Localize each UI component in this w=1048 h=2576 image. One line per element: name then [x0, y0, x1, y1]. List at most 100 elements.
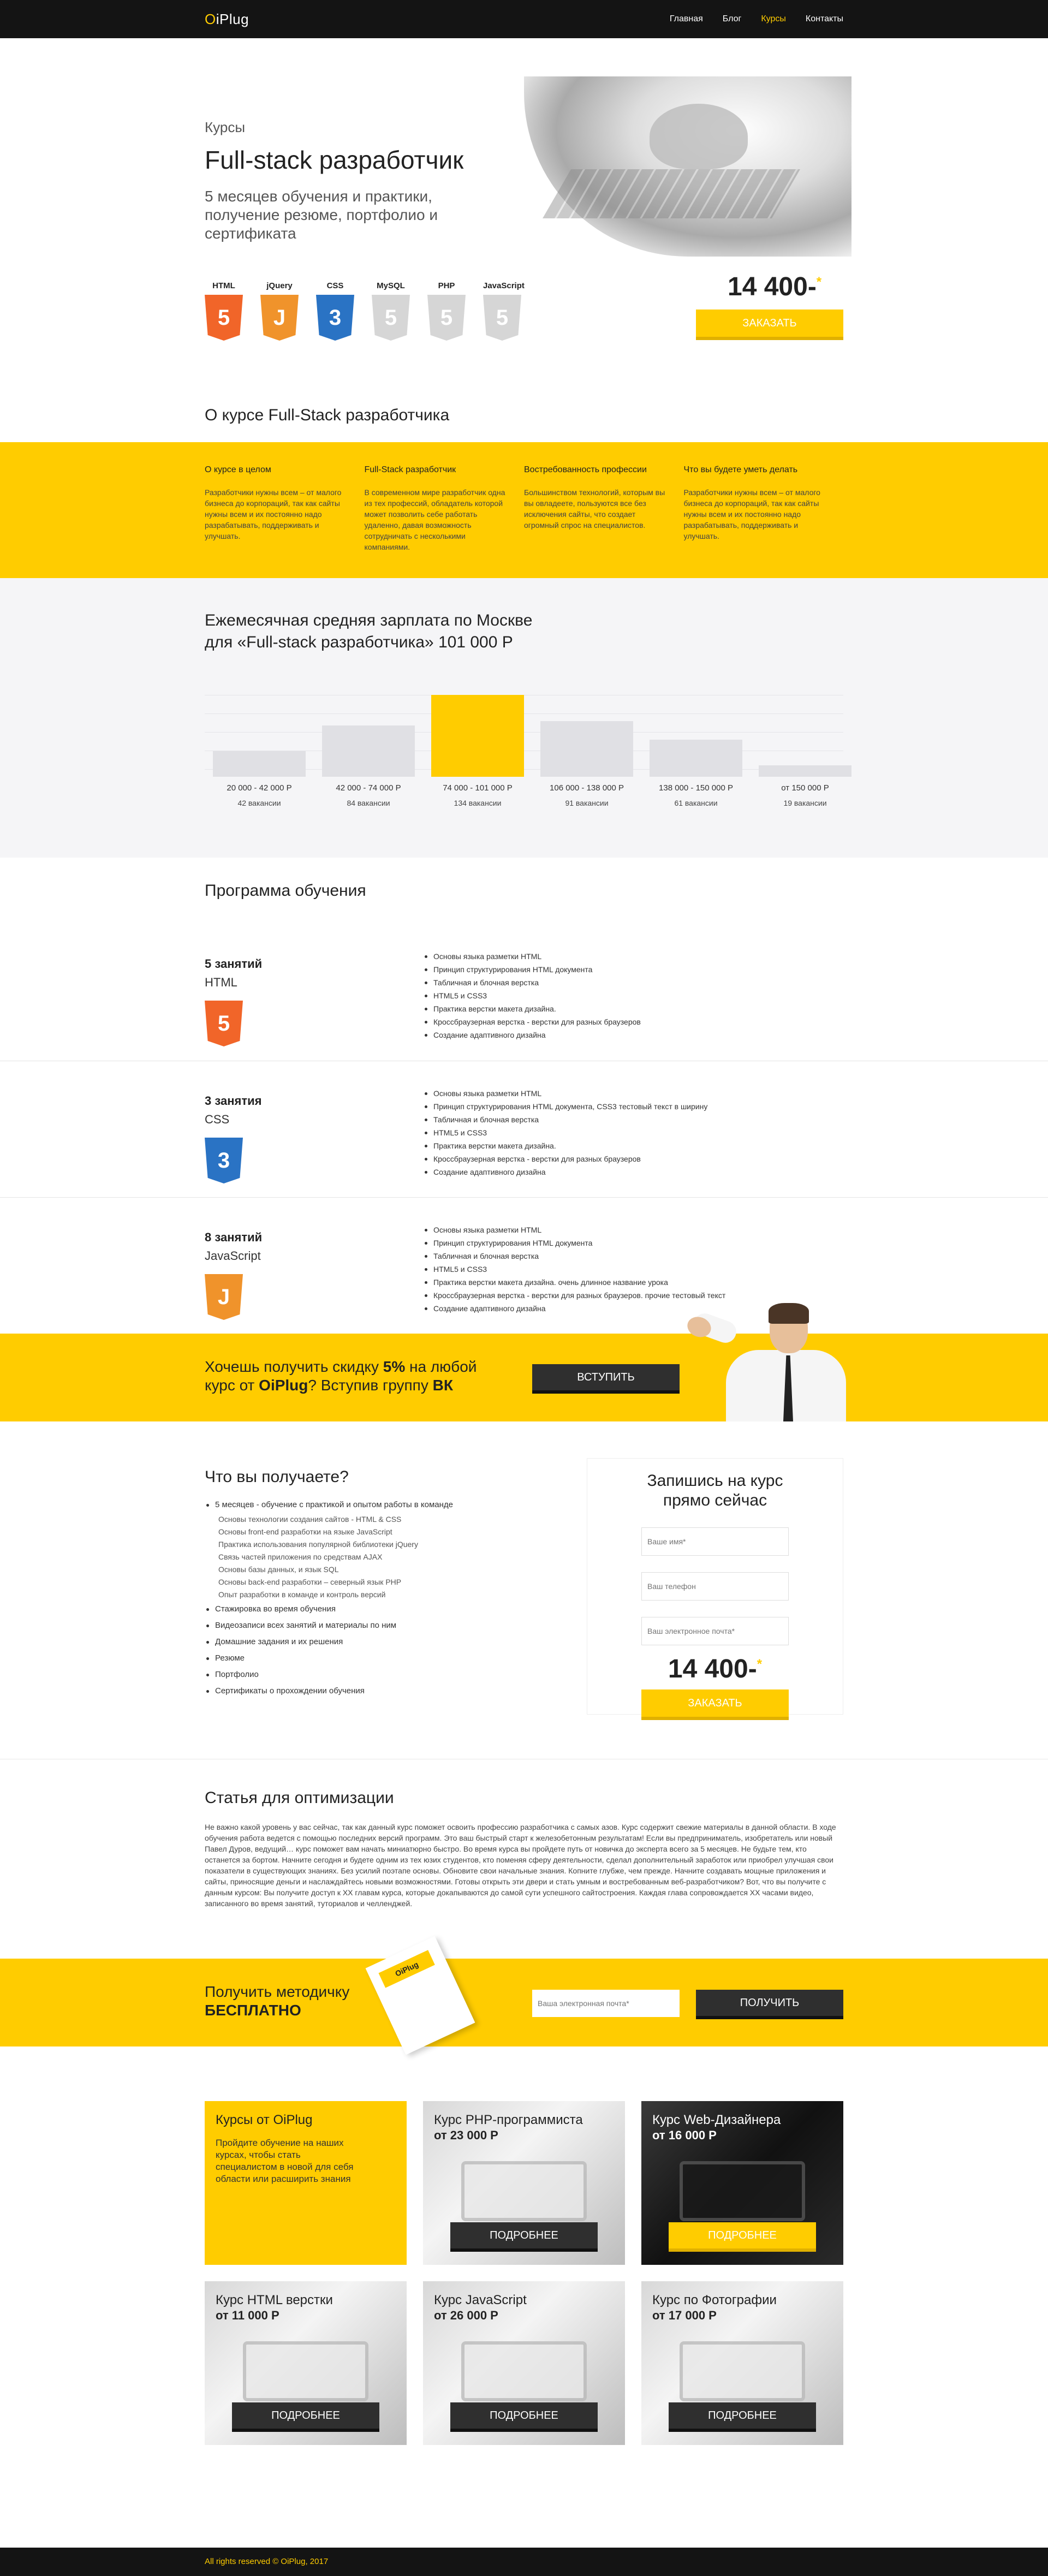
tech-badge-javascript: JavaScript 5 — [483, 281, 525, 341]
benefit-subitem: Основы back-end разработки – северный яз… — [218, 1578, 402, 1586]
price-value: 14 400- — [728, 272, 817, 301]
program-topic-item: Создание адаптивного дизайна — [425, 1165, 707, 1179]
course-card-html[interactable]: Курс HTML верстки от 11 000 Р ПОДРОБНЕЕ — [205, 2281, 407, 2445]
program-lesson-count: 3 занятия — [205, 1094, 262, 1108]
chart-bar — [540, 721, 633, 777]
css-icon: 3 — [205, 1138, 243, 1183]
card-price: от 17 000 Р — [652, 2309, 717, 2322]
card-price: от 16 000 Р — [652, 2128, 717, 2142]
signup-order-button[interactable]: ЗАКАЗАТЬ — [641, 1689, 789, 1717]
benefit-item: Резюме — [206, 1650, 453, 1667]
details-button[interactable]: ПОДРОБНЕЕ — [450, 2402, 598, 2429]
salary-section: Ежемесячная средняя зарплата по Москве дл… — [0, 578, 1048, 858]
html-icon: 5 — [205, 1001, 243, 1046]
benefit-text: 5 месяцев - обучение с практикой и опыто… — [215, 1500, 454, 1509]
guide-banner: Получить методичкуБЕСПЛАТНО OiPlug ПОЛУЧ… — [0, 1936, 1048, 2055]
name-input[interactable] — [641, 1527, 789, 1556]
jquery-icon: J — [260, 295, 299, 341]
card-title: Курс PHP-программиста — [434, 2113, 583, 2127]
benefits-title: Что вы получаете? — [205, 1468, 349, 1486]
laptop-image — [680, 2341, 805, 2401]
card-price: от 23 000 Р — [434, 2128, 498, 2142]
guide-email-input[interactable] — [532, 1990, 680, 2017]
benefit-subitem: Основы базы данных, и язык SQL — [218, 1565, 339, 1574]
chart-bar — [431, 695, 524, 777]
program-topic-item: Табличная и блочная верстка — [425, 976, 641, 989]
program-item: 3 занятия CSS 3 Основы языка разметки HTML П… — [0, 1061, 1048, 1197]
nav-home[interactable]: Главная — [670, 14, 703, 24]
courses-section: Курсы от OiPlug Пройдите обучение на наш… — [0, 2046, 1048, 2548]
nav-blog[interactable]: Блог — [723, 14, 742, 24]
tech-label: jQuery — [266, 281, 293, 290]
program-topic-item: HTML5 и CSS3 — [425, 1126, 707, 1139]
promo-discount: 5% — [383, 1358, 406, 1375]
promo-vk: ВК — [432, 1377, 453, 1394]
promo-text-part: на любой — [405, 1358, 477, 1375]
program-topic-item: Принцип структурирования HTML документа — [425, 963, 641, 976]
benefits-list: 5 месяцев - обучение с практикой и опыто… — [206, 1497, 453, 1699]
benefit-item: Портфолио — [206, 1667, 453, 1683]
javascript-icon: 5 — [483, 295, 521, 341]
program-topic-item: Практика верстки макета дизайна. — [425, 1002, 641, 1015]
program-section: Программа обучения 5 занятий HTML 5 Основы … — [0, 858, 1048, 1334]
email-input[interactable] — [641, 1617, 789, 1645]
salary-title-line1: Ежемесячная средняя зарплата по Москве — [205, 611, 533, 629]
details-button[interactable]: ПОДРОБНЕЕ — [450, 2222, 598, 2248]
hero-section: Курсы Full-stack разработчик 5 месяцев о… — [0, 38, 1048, 362]
card-title: Курсы от OiPlug — [216, 2113, 313, 2127]
tech-label: PHP — [438, 281, 455, 290]
promo-brand: OiPlug — [259, 1377, 308, 1394]
chart-bar — [322, 725, 415, 777]
benefit-subitem: Связь частей приложения по средствам AJA… — [218, 1552, 383, 1561]
order-button[interactable]: ЗАКАЗАТЬ — [696, 310, 843, 337]
program-topic-item: Табличная и блочная верстка — [425, 1250, 725, 1263]
about-col: О курсе в целом Разработчики нужны всем –… — [205, 465, 365, 552]
laptop-image — [680, 2161, 805, 2221]
promo-text-part: Хочешь получить скидку — [205, 1358, 383, 1375]
keyboard-hand-image — [524, 76, 851, 257]
program-topic-item: HTML5 и CSS3 — [425, 1263, 725, 1276]
nav-contacts[interactable]: Контакты — [806, 14, 843, 24]
program-topic-item: Создание адаптивного дизайна — [425, 1302, 725, 1315]
details-button[interactable]: ПОДРОБНЕЕ — [669, 2402, 816, 2429]
benefit-sublist: Основы технологии создания сайтов - HTML… — [218, 1513, 453, 1601]
course-card-webdesign[interactable]: Курс Web-Дизайнера от 16 000 Р ПОДРОБНЕЕ — [641, 2101, 843, 2265]
benefit-subitem: Основы технологии создания сайтов - HTML… — [218, 1515, 402, 1524]
benefit-item: Стажировка во время обучения — [206, 1601, 453, 1617]
css3-icon: 3 — [316, 295, 354, 341]
phone-input[interactable] — [641, 1572, 789, 1601]
details-button[interactable]: ПОДРОБНЕЕ — [669, 2222, 816, 2248]
nav-courses[interactable]: Курсы — [761, 14, 786, 24]
card-price: от 26 000 Р — [434, 2309, 498, 2322]
tech-label: JavaScript — [483, 281, 525, 290]
program-topic-item: Основы языка разметки HTML — [425, 1087, 707, 1100]
chart-category-label: 42 000 - 74 000 Р — [336, 783, 401, 793]
course-card-photo[interactable]: Курс по Фотографии от 17 000 Р ПОДРОБНЕЕ — [641, 2281, 843, 2445]
chart-value-label: 91 вакансии — [565, 799, 609, 807]
tech-badge-mysql: MySQL 5 — [372, 281, 410, 341]
join-button[interactable]: ВСТУПИТЬ — [532, 1364, 680, 1390]
details-button[interactable]: ПОДРОБНЕЕ — [232, 2402, 379, 2429]
program-topic-item: Кроссбраузерная верстка - верстки для ра… — [425, 1152, 707, 1165]
salary-title: Ежемесячная средняя зарплата по Москве дл… — [205, 578, 843, 653]
program-topic-list: Основы языка разметки HTML Принцип структ… — [425, 1087, 707, 1179]
course-card-javascript[interactable]: Курс JavaScript от 26 000 Р ПОДРОБНЕЕ — [423, 2281, 625, 2445]
article-title: Статья для оптимизации — [205, 1789, 394, 1807]
benefit-item: Домашние задания и их решения — [206, 1634, 453, 1650]
card-title: Курс Web-Дизайнера — [652, 2113, 781, 2127]
tech-badge-php: PHP 5 — [427, 281, 466, 341]
benefit-item: 5 месяцев - обучение с практикой и опыто… — [206, 1497, 453, 1601]
program-topic-item: Создание адаптивного дизайна — [425, 1028, 641, 1042]
course-card-php[interactable]: Курс PHP-программиста от 23 000 Р ПОДРОБНЕ… — [423, 2101, 625, 2265]
chart-category-label: 74 000 - 101 000 Р — [443, 783, 513, 793]
laptop-image — [461, 2341, 587, 2401]
logo[interactable]: OiPlug — [205, 11, 249, 28]
price-value: 14 400- — [668, 1655, 757, 1683]
tech-badge-jquery: jQuery J — [260, 281, 299, 341]
promo-text: Хочешь получить скидку 5% на любой курс … — [205, 1358, 477, 1395]
get-guide-button[interactable]: ПОЛУЧИТЬ — [696, 1990, 843, 2016]
program-lesson-count: 8 занятий — [205, 1230, 263, 1244]
promo-banner: Хочешь получить скидку 5% на любой курс … — [0, 1303, 1048, 1421]
chart-value-label: 42 вакансии — [237, 799, 281, 807]
article-section: Статья для оптимизации Не важно какой ур… — [0, 1759, 1048, 1959]
